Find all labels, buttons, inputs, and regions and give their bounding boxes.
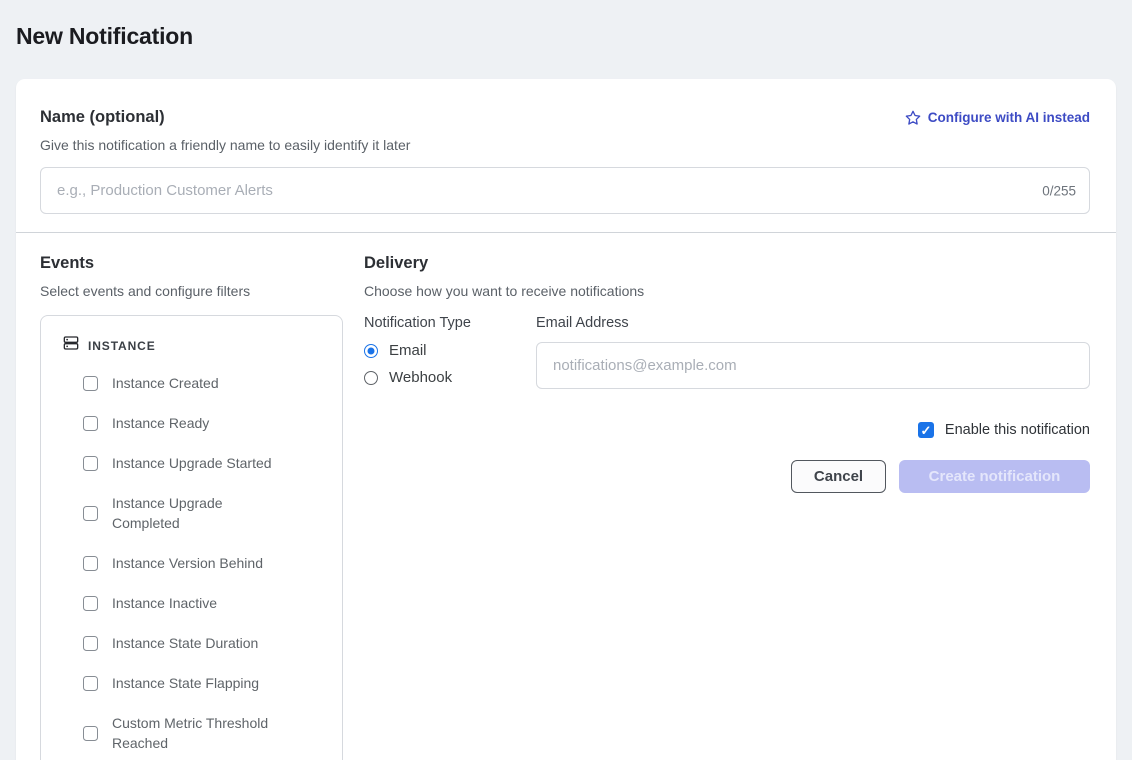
enable-notification-label: Enable this notification [945, 422, 1090, 438]
event-group-header: INSTANCE [63, 335, 332, 356]
event-checkbox-label: Custom Metric Threshold Reached [112, 713, 282, 753]
notification-type-label: Notification Type [364, 315, 536, 331]
event-checkbox[interactable] [83, 456, 98, 471]
event-checkbox-label: Instance Upgrade Completed [112, 493, 282, 533]
event-group-instance: INSTANCE Instance Created Instance Ready… [63, 335, 332, 753]
email-address-group: Email Address [536, 315, 1090, 396]
name-section: Name (optional) Configure with AI instea… [16, 79, 1116, 214]
event-checkbox[interactable] [83, 636, 98, 651]
event-group-label: INSTANCE [88, 339, 156, 353]
event-items: Instance Created Instance Ready Instance… [63, 373, 332, 753]
events-list: INSTANCE Instance Created Instance Ready… [40, 315, 343, 760]
event-checkbox[interactable] [83, 376, 98, 391]
configure-with-ai-link[interactable]: Configure with AI instead [905, 110, 1090, 126]
event-checkbox-item[interactable]: Instance Inactive [83, 593, 332, 613]
event-checkbox-item[interactable]: Instance Version Behind [83, 553, 332, 573]
email-address-input[interactable] [536, 342, 1090, 389]
events-description: Select events and configure filters [40, 283, 343, 299]
event-checkbox-label: Instance State Duration [112, 633, 258, 653]
event-checkbox[interactable] [83, 596, 98, 611]
event-checkbox[interactable] [83, 726, 98, 741]
enable-notification-row[interactable]: ✓ Enable this notification [364, 422, 1090, 438]
event-checkbox[interactable] [83, 556, 98, 571]
event-checkbox-item[interactable]: Instance Upgrade Completed [83, 493, 332, 533]
notification-type-group: Notification Type Email Webhook [364, 315, 536, 396]
star-icon [905, 110, 921, 126]
notification-name-input[interactable] [40, 167, 1090, 214]
event-checkbox-item[interactable]: Custom Metric Threshold Reached [83, 713, 332, 753]
event-checkbox-item[interactable]: Instance State Duration [83, 633, 332, 653]
page-title: New Notification [16, 23, 1116, 50]
server-icon [63, 335, 79, 351]
event-checkbox[interactable] [83, 416, 98, 431]
delivery-heading: Delivery [364, 254, 1090, 273]
event-checkbox-label: Instance Version Behind [112, 553, 263, 573]
email-address-label: Email Address [536, 315, 1090, 331]
event-checkbox[interactable] [83, 506, 98, 521]
radio-option-webhook[interactable]: Webhook [364, 369, 536, 386]
event-checkbox-label: Instance Created [112, 373, 219, 393]
webhook-radio[interactable] [364, 371, 378, 385]
event-checkbox-label: Instance Inactive [112, 593, 217, 613]
event-checkbox-item[interactable]: Instance Upgrade Started [83, 453, 332, 473]
event-checkbox-item[interactable]: Instance State Flapping [83, 673, 332, 693]
events-column: Events Select events and configure filte… [40, 254, 343, 760]
event-checkbox-label: Instance Upgrade Started [112, 453, 272, 473]
event-checkbox-label: Instance State Flapping [112, 673, 259, 693]
name-heading: Name (optional) [40, 108, 165, 127]
event-checkbox-item[interactable]: Instance Created [83, 373, 332, 393]
email-radio-label: Email [389, 342, 427, 359]
email-radio[interactable] [364, 344, 378, 358]
event-checkbox-label: Instance Ready [112, 413, 209, 433]
event-checkbox-item[interactable]: Instance Ready [83, 413, 332, 433]
configure-with-ai-label: Configure with AI instead [928, 110, 1090, 125]
cancel-button[interactable]: Cancel [791, 460, 886, 493]
new-notification-card: Name (optional) Configure with AI instea… [16, 79, 1116, 760]
events-heading: Events [40, 254, 343, 273]
delivery-column: Delivery Choose how you want to receive … [364, 254, 1090, 760]
name-description: Give this notification a friendly name t… [40, 137, 1090, 153]
webhook-radio-label: Webhook [389, 369, 452, 386]
create-notification-button[interactable]: Create notification [899, 460, 1090, 493]
radio-option-email[interactable]: Email [364, 342, 536, 359]
event-checkbox[interactable] [83, 676, 98, 691]
char-counter: 0/255 [1042, 183, 1076, 198]
enable-notification-checkbox[interactable]: ✓ [918, 422, 934, 438]
delivery-description: Choose how you want to receive notificat… [364, 283, 1090, 299]
